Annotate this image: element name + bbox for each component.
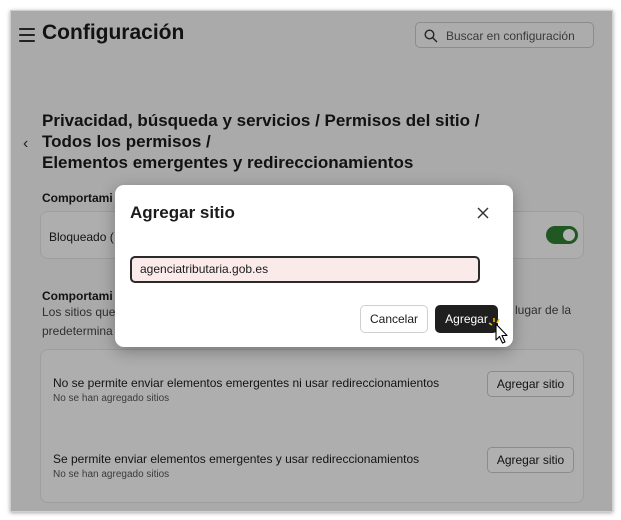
close-icon[interactable] bbox=[475, 205, 491, 221]
dialog-title: Agregar sitio bbox=[130, 203, 235, 222]
cancel-button[interactable]: Cancelar bbox=[360, 305, 428, 333]
pointer-cursor-icon bbox=[488, 318, 508, 344]
settings-window: Configuración Buscar en configuración ‹ … bbox=[10, 10, 613, 512]
site-url-input[interactable]: agenciatributaria.gob.es bbox=[130, 256, 480, 283]
add-site-dialog: Agregar sitio agenciatributaria.gob.es C… bbox=[115, 185, 513, 347]
